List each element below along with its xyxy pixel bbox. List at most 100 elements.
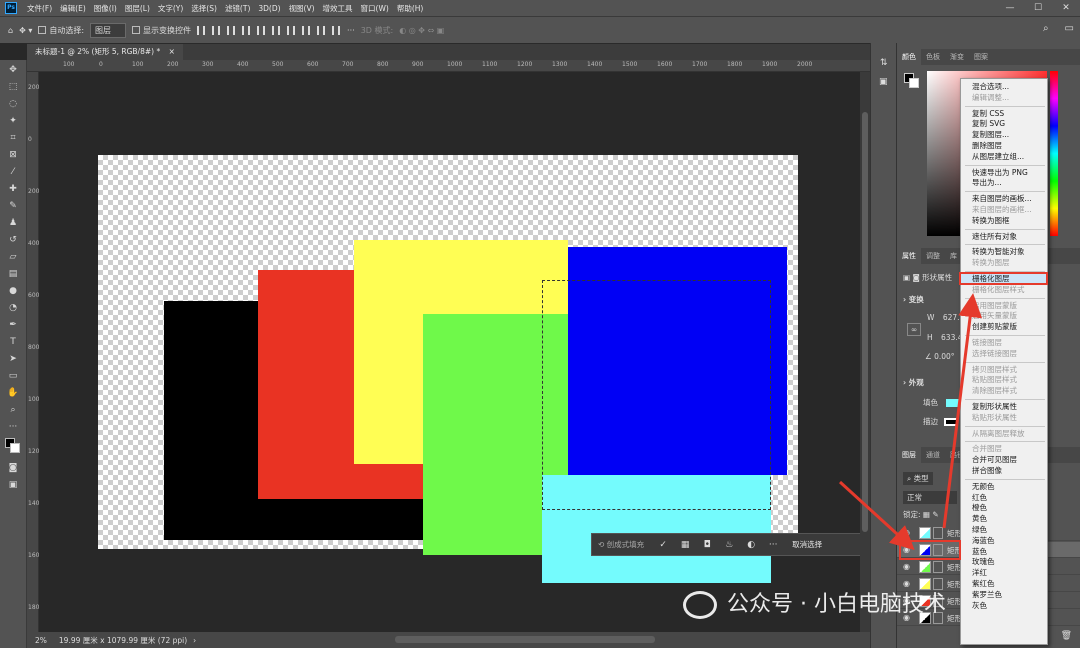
brush-select-icon[interactable]: ✓ xyxy=(652,540,674,550)
menu-3d[interactable]: 3D(D) xyxy=(254,4,284,13)
blend-mode-dropdown[interactable]: 正常 xyxy=(903,491,957,504)
context-menu-item[interactable]: 洋红 xyxy=(972,568,987,578)
context-menu-item[interactable]: 拼合图像 xyxy=(972,466,1002,476)
trash-icon[interactable]: 🗑 xyxy=(1061,631,1072,641)
magic-wand-icon[interactable]: ✦ xyxy=(6,115,20,127)
tab-close-icon[interactable]: × xyxy=(169,47,175,56)
stamp-tool-icon[interactable]: ♟ xyxy=(6,217,20,229)
align-bottom-icon[interactable] xyxy=(272,25,281,35)
vertical-scrollbar[interactable] xyxy=(860,72,870,632)
context-menu-item[interactable]: 遮住所有对象 xyxy=(972,232,1017,242)
tab-gradients[interactable]: 渐变 xyxy=(945,52,969,62)
menu-image[interactable]: 图像(I) xyxy=(90,3,121,14)
pen-tool-icon[interactable]: ✒ xyxy=(6,319,20,331)
fill-color-swatch[interactable] xyxy=(946,399,961,407)
align-left-icon[interactable] xyxy=(197,25,206,35)
mask-icon[interactable]: ◘ xyxy=(696,540,718,550)
tab-patterns[interactable]: 图案 xyxy=(969,52,993,62)
path-select-icon[interactable]: ➤ xyxy=(6,353,20,365)
context-menu-item[interactable]: 混合选项... xyxy=(972,82,1009,92)
maximize-button[interactable]: ☐ xyxy=(1024,0,1052,16)
align-vcenter-icon[interactable] xyxy=(257,25,266,35)
menu-filter[interactable]: 滤镜(T) xyxy=(221,3,254,14)
context-menu-item[interactable]: 蓝色 xyxy=(972,547,987,557)
stroke-color-swatch[interactable] xyxy=(944,418,959,426)
distribute-center-icon[interactable] xyxy=(302,25,311,35)
context-menu-item[interactable]: 紫罗兰色 xyxy=(972,590,1002,600)
align-top-icon[interactable] xyxy=(242,25,251,35)
close-button[interactable]: ✕ xyxy=(1052,0,1080,16)
auto-select-checkbox[interactable] xyxy=(38,26,47,34)
context-menu-item[interactable]: 无颜色 xyxy=(972,482,995,492)
generative-fill-button[interactable]: ⟲ 创成式填充 xyxy=(598,539,644,550)
blur-tool-icon[interactable]: ● xyxy=(6,285,20,297)
comment-icon[interactable]: ▣ xyxy=(879,77,888,87)
tab-channels[interactable]: 通道 xyxy=(921,450,945,460)
document-canvas[interactable] xyxy=(98,155,798,583)
healing-brush-icon[interactable]: ✚ xyxy=(6,183,20,195)
crop-tool-icon[interactable]: ⌗ xyxy=(6,132,20,144)
tab-swatches[interactable]: 色板 xyxy=(921,52,945,62)
lasso-tool-icon[interactable]: ◌ xyxy=(6,98,20,110)
context-menu-item[interactable]: 复制形状属性 xyxy=(972,402,1017,412)
type-tool-icon[interactable]: T xyxy=(6,336,20,348)
history-brush-icon[interactable]: ↺ xyxy=(6,234,20,246)
distribute-top-icon[interactable] xyxy=(287,25,296,35)
status-arrow-icon[interactable]: › xyxy=(193,636,196,645)
panel-background-swatch[interactable] xyxy=(909,78,919,88)
transform-section[interactable]: › 变换 xyxy=(903,294,924,305)
hand-tool-icon[interactable]: ✋ xyxy=(6,387,20,399)
zoom-tool-icon[interactable]: ⌕ xyxy=(6,404,20,416)
link-dimensions-icon[interactable]: ∞ xyxy=(907,323,922,336)
fill-icon[interactable]: ♨ xyxy=(718,540,740,550)
rectangle-tool-icon[interactable]: ▭ xyxy=(6,370,20,382)
tab-properties[interactable]: 属性 xyxy=(897,248,921,264)
angle-value[interactable]: 0.00° xyxy=(934,352,954,361)
zoom-level[interactable]: 2% xyxy=(35,636,47,645)
context-menu-item[interactable]: 转换为图框 xyxy=(972,216,1010,226)
home-icon[interactable]: ⌂ xyxy=(8,26,13,35)
context-menu-item[interactable]: 导出为... xyxy=(972,178,1002,188)
context-menu-item[interactable]: 复制图层... xyxy=(972,130,1009,140)
move-tool-icon[interactable]: ✥ ▾ xyxy=(19,26,32,35)
context-menu-item[interactable]: 海蓝色 xyxy=(972,536,995,546)
context-menu-item[interactable]: 从图层建立组... xyxy=(972,152,1024,162)
more-icon[interactable]: ··· xyxy=(762,540,784,550)
more-tools-icon[interactable]: ··· xyxy=(6,421,20,433)
context-menu-item[interactable]: 绿色 xyxy=(972,525,987,535)
move-tool-icon[interactable]: ✥ xyxy=(6,64,20,76)
distribute-bottom-icon[interactable] xyxy=(317,25,326,35)
hue-slider[interactable] xyxy=(1050,71,1058,236)
quick-mask-icon[interactable]: ◙ xyxy=(6,462,20,474)
context-menu-item[interactable]: 灰色 xyxy=(972,601,987,611)
context-menu-item[interactable]: 合并可见图层 xyxy=(972,455,1017,465)
context-menu-item[interactable]: 创建剪贴蒙版 xyxy=(972,322,1017,332)
screen-mode-icon[interactable]: ▣ xyxy=(6,479,20,491)
context-menu-item[interactable]: 复制 CSS xyxy=(972,109,1004,119)
menu-help[interactable]: 帮助(H) xyxy=(393,3,428,14)
context-menu-item[interactable]: 删除图层 xyxy=(972,141,1002,151)
context-menu-item[interactable]: 转换为智能对象 xyxy=(972,247,1025,257)
context-menu-item[interactable]: 快速导出为 PNG xyxy=(972,168,1028,178)
workspace-icon[interactable]: ▭ xyxy=(1065,23,1074,34)
context-menu-item[interactable]: 栅格化图层 xyxy=(972,274,1010,284)
layer-filter-dropdown[interactable]: ⌕ 类型 xyxy=(903,472,933,485)
menu-type[interactable]: 文字(Y) xyxy=(154,3,187,14)
eye-icon[interactable]: ◉ xyxy=(903,528,910,537)
tab-layers[interactable]: 图层 xyxy=(897,447,921,463)
eye-icon[interactable]: ◉ xyxy=(903,545,910,554)
context-menu-item[interactable]: 黄色 xyxy=(972,514,987,524)
menu-edit[interactable]: 编辑(E) xyxy=(56,3,90,14)
grid-select-icon[interactable]: ▦ xyxy=(674,540,696,550)
context-menu-item[interactable]: 复制 SVG xyxy=(972,119,1005,129)
eyedropper-icon[interactable]: ⁄ xyxy=(6,166,20,178)
context-menu-item[interactable]: 来自图层的画板... xyxy=(972,194,1032,204)
show-transform-checkbox[interactable] xyxy=(132,26,141,34)
context-menu-item[interactable]: 玫瑰色 xyxy=(972,557,995,567)
minimize-button[interactable]: — xyxy=(996,0,1024,16)
eraser-tool-icon[interactable]: ▱ xyxy=(6,251,20,263)
auto-select-dropdown[interactable]: 图层 xyxy=(90,22,127,38)
more-options-button[interactable]: ··· xyxy=(347,26,355,35)
tab-adjustments[interactable]: 调整 xyxy=(921,251,945,261)
menu-select[interactable]: 选择(S) xyxy=(187,3,221,14)
